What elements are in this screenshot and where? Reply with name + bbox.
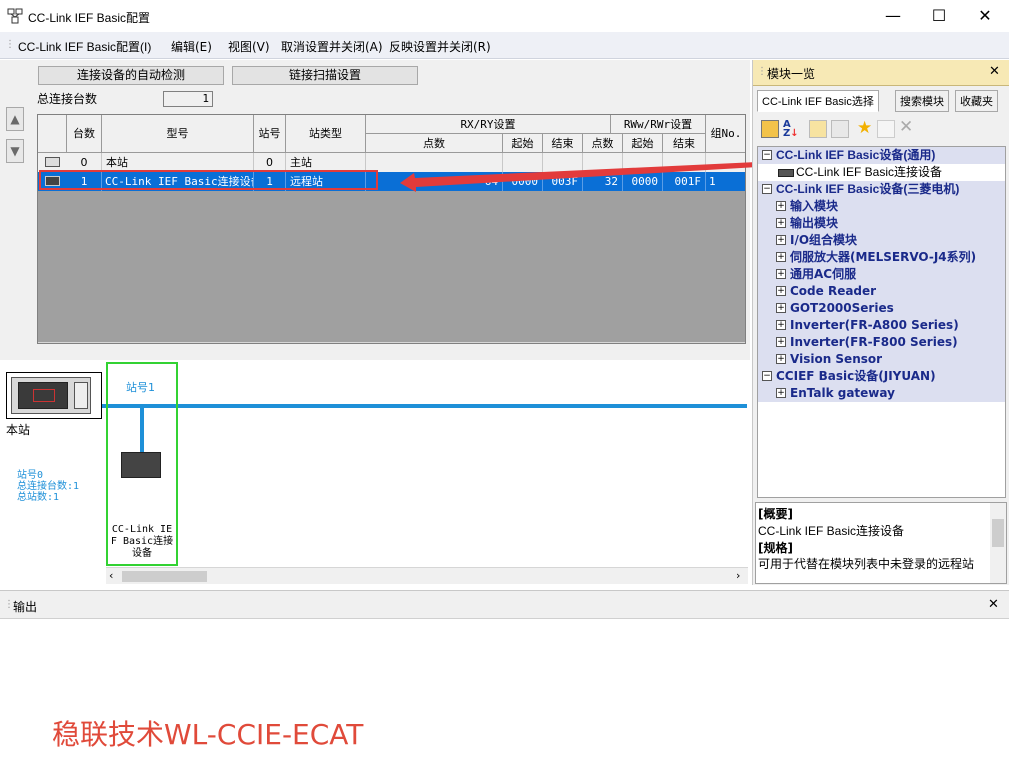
- add-favorite-icon[interactable]: [877, 120, 895, 138]
- tab-favorites[interactable]: 收藏夹: [955, 90, 998, 112]
- output-close-icon[interactable]: ✕: [988, 597, 999, 612]
- master-label: 本站: [6, 423, 31, 437]
- expand-icon[interactable]: +: [776, 354, 786, 364]
- output-header: ⋮ 输出 ✕: [0, 591, 1009, 619]
- expand-icon[interactable]: +: [776, 303, 786, 313]
- tree-item-ac-servo[interactable]: + 通用AC伺服: [758, 266, 1005, 283]
- tree-label: Inverter(FR-A800 Series): [790, 318, 959, 332]
- collapse-icon[interactable]: −: [762, 150, 772, 160]
- tree-item-entalk-gateway[interactable]: + EnTalk gateway: [758, 385, 1005, 402]
- tree-label: 输出模块: [790, 216, 839, 230]
- network-diagram: 本站 站号0 总连接台数:1 总站数:1 站号1 CC-Link IE F Ba…: [0, 360, 750, 585]
- scroll-thumb[interactable]: [122, 571, 207, 582]
- pane-grip: ⋮: [757, 66, 767, 77]
- tree-item-servo-amplifier[interactable]: + 伺服放大器(MELSERVO-J4系列): [758, 249, 1005, 266]
- output-pane: ⋮ 输出 ✕ 稳联技术WL-CCIE-ECAT: [0, 590, 1009, 759]
- list-view-icon[interactable]: [761, 120, 779, 138]
- collapse-all-icon[interactable]: [831, 120, 849, 138]
- master-station-box[interactable]: [6, 372, 102, 419]
- tree-group-general[interactable]: − CC-Link IEF Basic设备(通用): [758, 147, 1005, 164]
- plc-slot-icon: [74, 382, 88, 409]
- scroll-left-icon[interactable]: ‹: [109, 569, 113, 582]
- highlight-row-box: [39, 170, 378, 190]
- desc-scrollbar[interactable]: [990, 503, 1006, 583]
- station1-box[interactable]: 站号1 CC-Link IE F Basic连接设备: [106, 362, 178, 566]
- delete-icon[interactable]: ✕: [899, 117, 913, 137]
- favorite-star-icon[interactable]: ★: [857, 118, 872, 138]
- station1-label: 站号1: [126, 381, 155, 394]
- device-label: CC-Link IE F Basic连接设备: [110, 524, 174, 559]
- tree-group-jiyuan[interactable]: − CCIEF Basic设备(JIYUAN): [758, 368, 1005, 385]
- tab-ciefbasic-select[interactable]: CC-Link IEF Basic选择: [757, 90, 879, 112]
- desc-spec-label: [规格]: [758, 541, 793, 555]
- module-list-header: ⋮ 模块一览 ✕: [753, 60, 1009, 86]
- info-total-devices: 总连接台数:1: [17, 481, 80, 492]
- tree-label: CCIEF Basic设备(JIYUAN): [776, 369, 936, 383]
- module-list-pane: ⋮ 模块一览 ✕ CC-Link IEF Basic选择 搜索模块 收藏夹 AZ…: [752, 60, 1009, 585]
- expand-all-icon[interactable]: [809, 120, 827, 138]
- station1-drop-line: [140, 408, 144, 454]
- collapse-icon[interactable]: −: [762, 184, 772, 194]
- tree-item-io-module[interactable]: + I/O组合模块: [758, 232, 1005, 249]
- tree-label: 伺服放大器(MELSERVO-J4系列): [790, 250, 977, 264]
- tree-item-code-reader[interactable]: + Code Reader: [758, 283, 1005, 300]
- output-title: 输出: [13, 600, 38, 614]
- tree-label: Code Reader: [790, 284, 877, 298]
- tree-item-inverter-f800[interactable]: + Inverter(FR-F800 Series): [758, 334, 1005, 351]
- scroll-thumb[interactable]: [992, 519, 1004, 547]
- expand-icon[interactable]: +: [776, 218, 786, 228]
- tree-item-inverter-a800[interactable]: + Inverter(FR-A800 Series): [758, 317, 1005, 334]
- plc-led-icon: [33, 389, 55, 402]
- tree-item-got2000[interactable]: + GOT2000Series: [758, 300, 1005, 317]
- tree-group-mitsubishi[interactable]: − CC-Link IEF Basic设备(三菱电机): [758, 181, 1005, 198]
- tree-label: I/O组合模块: [790, 233, 858, 247]
- network-info: 站号0 总连接台数:1 总站数:1: [17, 470, 79, 503]
- module-list-close-icon[interactable]: ✕: [989, 64, 1000, 79]
- expand-icon[interactable]: +: [776, 337, 786, 347]
- tree-toolbar: A Z↓ ★ ✕: [757, 116, 1006, 142]
- info-total-stations: 总站数:1: [17, 492, 60, 503]
- plc-cpu-icon: [18, 382, 68, 409]
- scroll-right-icon[interactable]: ›: [736, 569, 740, 582]
- diagram-scrollbar[interactable]: ‹ ›: [106, 567, 748, 584]
- tree-item-vision-sensor[interactable]: + Vision Sensor: [758, 351, 1005, 368]
- tree-label: CC-Link IEF Basic设备(三菱电机): [776, 182, 960, 196]
- plc-icon: [11, 377, 91, 414]
- module-tree: − CC-Link IEF Basic设备(通用) CC-Link IEF Ba…: [757, 146, 1006, 498]
- desc-overview: CC-Link IEF Basic连接设备: [758, 524, 905, 538]
- sort-az-icon[interactable]: A Z↓: [783, 120, 801, 139]
- desc-spec: 可用于代替在模块列表中未登录的远程站: [758, 557, 975, 571]
- tree-label: EnTalk gateway: [790, 386, 895, 400]
- collapse-icon[interactable]: −: [762, 371, 772, 381]
- module-description: [概要] CC-Link IEF Basic连接设备 [规格] 可用于代替在模块…: [755, 502, 1007, 584]
- expand-icon[interactable]: +: [776, 320, 786, 330]
- tree-item-output-module[interactable]: + 输出模块: [758, 215, 1005, 232]
- expand-icon[interactable]: +: [776, 286, 786, 296]
- desc-overview-label: [概要]: [758, 507, 793, 521]
- tree-label: CC-Link IEF Basic设备(通用): [776, 148, 936, 162]
- expand-icon[interactable]: +: [776, 201, 786, 211]
- network-line: [102, 404, 747, 408]
- tree-label: 通用AC伺服: [790, 267, 857, 281]
- tree-label: 输入模块: [790, 199, 839, 213]
- tree-label: GOT2000Series: [790, 301, 894, 315]
- tree-item-input-module[interactable]: + 输入模块: [758, 198, 1005, 215]
- expand-icon[interactable]: +: [776, 252, 786, 262]
- tree-label: Inverter(FR-F800 Series): [790, 335, 958, 349]
- module-list-title: 模块一览: [767, 67, 816, 81]
- expand-icon[interactable]: +: [776, 388, 786, 398]
- watermark-text: 稳联技术WL-CCIE-ECAT: [52, 718, 364, 751]
- tree-label: CC-Link IEF Basic连接设备: [796, 165, 943, 179]
- tree-label: Vision Sensor: [790, 352, 883, 366]
- device-icon: [121, 452, 161, 478]
- drag-arrow-icon: [400, 162, 758, 192]
- tab-search-module[interactable]: 搜索模块: [895, 90, 949, 112]
- tree-item-ciefbasic-device[interactable]: CC-Link IEF Basic连接设备: [758, 164, 1005, 181]
- expand-icon[interactable]: +: [776, 269, 786, 279]
- info-station: 站号0: [17, 470, 44, 481]
- expand-icon[interactable]: +: [776, 235, 786, 245]
- device-icon: [778, 169, 794, 177]
